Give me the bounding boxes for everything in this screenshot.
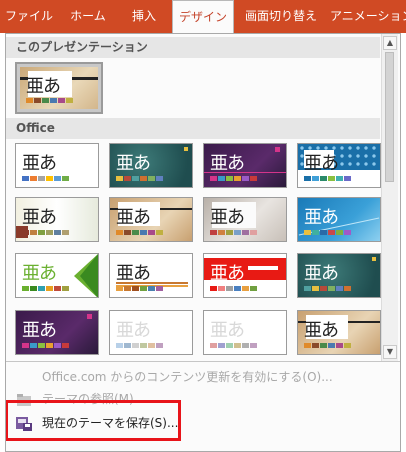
tab-animations[interactable]: アニメーション xyxy=(330,0,406,33)
theme-thumb-white-faint[interactable]: 亜あ xyxy=(109,310,193,355)
theme-sample-text: 亜あ xyxy=(22,153,57,174)
menu-divider xyxy=(6,361,400,362)
gallery-scrollbar[interactable]: ▲ ▼ xyxy=(381,34,398,361)
color-swatches xyxy=(116,286,164,291)
theme-thumb-gray-paper[interactable]: 亜あ xyxy=(203,197,287,242)
color-swatches xyxy=(304,286,352,291)
color-swatches xyxy=(210,343,258,348)
theme-sample-text: 亜あ xyxy=(116,207,151,228)
enable-content-updates-item[interactable]: Office.com からのコンテンツ更新を有効にする(O)... xyxy=(6,366,400,388)
scrollbar-thumb[interactable] xyxy=(385,52,394,182)
ribbon-tab-bar: ファイル ホーム 挿入 デザイン 画面切り替え アニメーション xyxy=(0,0,406,33)
theme-sample-text: 亜あ xyxy=(116,320,151,341)
theme-thumb-red-band[interactable]: 亜あ xyxy=(203,253,287,298)
theme-sample-text: 亜あ xyxy=(304,263,339,284)
section-header-this-presentation: このプレゼンテーション xyxy=(6,37,380,58)
color-swatches xyxy=(210,286,258,291)
highlight-box xyxy=(6,400,181,441)
color-swatches xyxy=(304,176,352,181)
theme-thumb-white-faint-2[interactable]: 亜あ xyxy=(203,310,287,355)
theme-thumb-wood-green[interactable]: 亜あ xyxy=(15,197,99,242)
color-swatches xyxy=(116,343,164,348)
theme-sample-text: 亜あ xyxy=(304,153,339,174)
color-swatches xyxy=(116,176,164,181)
theme-thumb-current[interactable]: 亜あ xyxy=(15,62,103,114)
tab-transitions[interactable]: 画面切り替え xyxy=(240,0,322,33)
scroll-down-icon[interactable]: ▼ xyxy=(383,345,397,359)
color-swatches xyxy=(116,230,164,235)
theme-sample-text: 亜あ xyxy=(22,320,57,341)
tab-file[interactable]: ファイル xyxy=(0,0,58,33)
color-swatches xyxy=(22,230,70,235)
theme-sample-text: 亜あ xyxy=(210,263,245,284)
theme-thumb-blue-gradient[interactable]: 亜あ xyxy=(297,197,381,242)
theme-sample-text: 亜あ xyxy=(304,320,339,341)
color-swatches xyxy=(22,176,70,181)
theme-thumb-wood-2[interactable]: 亜あ xyxy=(297,310,381,355)
theme-sample-text: 亜あ xyxy=(22,263,57,284)
section-header-office: Office xyxy=(6,118,380,139)
theme-thumb-teal-dark[interactable]: 亜あ xyxy=(297,253,381,298)
theme-thumb-green-facet[interactable]: 亜あ xyxy=(15,253,99,298)
theme-sample-text: 亜あ xyxy=(210,207,245,228)
theme-sample-text: 亜あ xyxy=(116,153,151,174)
color-swatches xyxy=(26,98,74,103)
theme-thumb-wood[interactable]: 亜あ xyxy=(109,197,193,242)
tab-insert[interactable]: 挿入 xyxy=(118,0,170,33)
color-swatches xyxy=(22,286,70,291)
theme-thumb-purple[interactable]: 亜あ xyxy=(203,143,287,188)
color-swatches xyxy=(210,176,258,181)
theme-thumb-office[interactable]: 亜あ xyxy=(15,143,99,188)
color-swatches xyxy=(304,230,352,235)
tab-home[interactable]: ホーム xyxy=(62,0,114,33)
color-swatches xyxy=(210,230,258,235)
theme-thumb-purple-dark[interactable]: 亜あ xyxy=(15,310,99,355)
color-swatches xyxy=(22,343,70,348)
theme-gallery-dropdown: このプレゼンテーション 亜あ Office 亜あ 亜あ 亜あ 亜あ 亜あ 亜あ … xyxy=(5,33,401,452)
theme-sample-text: 亜あ xyxy=(210,320,245,341)
tab-design[interactable]: デザイン xyxy=(172,0,234,33)
theme-sample-text: 亜あ xyxy=(26,76,61,97)
theme-thumb-stripes[interactable]: 亜あ xyxy=(109,253,193,298)
color-swatches xyxy=(304,343,352,348)
theme-thumb-teal[interactable]: 亜あ xyxy=(109,143,193,188)
scroll-up-icon[interactable]: ▲ xyxy=(383,36,397,50)
theme-sample-text: 亜あ xyxy=(304,207,339,228)
theme-thumb-blue-pattern[interactable]: 亜あ xyxy=(297,143,381,188)
